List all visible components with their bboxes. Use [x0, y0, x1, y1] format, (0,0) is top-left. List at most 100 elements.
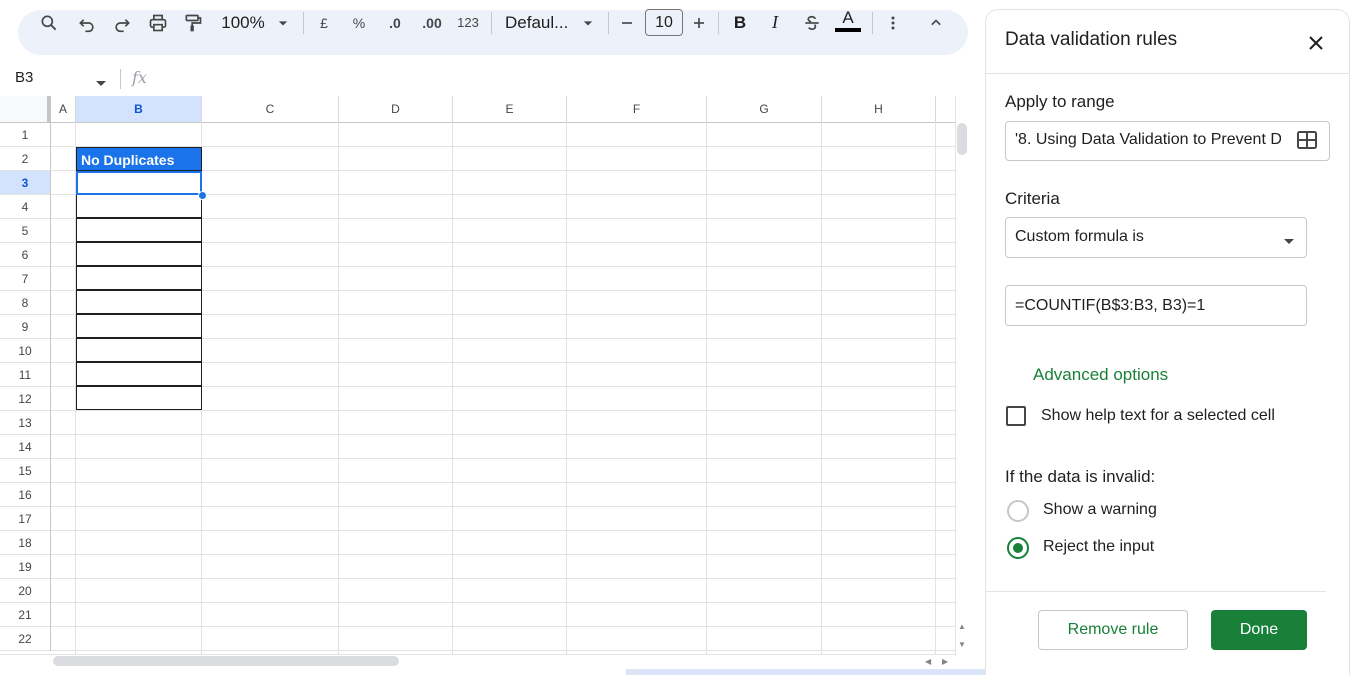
scroll-up-arrow-icon[interactable]: ▲ — [958, 622, 966, 631]
column-header-e[interactable]: E — [453, 96, 567, 122]
column-header-f[interactable]: F — [567, 96, 707, 122]
strikethrough-icon[interactable] — [799, 0, 825, 45]
chevron-up-icon[interactable] — [925, 0, 947, 45]
column-header-a[interactable]: A — [51, 96, 76, 122]
grid-select-icon[interactable] — [1297, 131, 1317, 154]
increase-decimal-button[interactable]: .00 — [416, 0, 448, 45]
toolbar-divider — [872, 12, 873, 34]
row-header-11[interactable]: 11 — [0, 363, 51, 387]
done-button[interactable]: Done — [1211, 610, 1307, 650]
font-select[interactable]: Defaul... — [505, 0, 573, 45]
close-icon[interactable] — [1305, 32, 1327, 54]
vertical-scroll-thumb[interactable] — [957, 123, 967, 155]
decrease-decimal-button[interactable]: .0 — [380, 0, 410, 45]
row-header-14[interactable]: 14 — [0, 435, 51, 459]
scroll-down-arrow-icon[interactable]: ▼ — [958, 640, 966, 649]
percent-button[interactable]: % — [347, 0, 371, 45]
chevron-down-icon[interactable] — [273, 0, 293, 45]
vertical-scrollbar[interactable] — [955, 96, 969, 656]
name-box[interactable]: B3 — [15, 69, 33, 86]
row-header-6[interactable]: 6 — [0, 243, 51, 267]
advanced-options-link[interactable]: Advanced options — [1033, 365, 1168, 385]
grid-row-line — [51, 410, 955, 411]
remove-rule-button[interactable]: Remove rule — [1038, 610, 1188, 650]
redo-icon[interactable] — [109, 0, 135, 45]
undo-icon[interactable] — [74, 0, 100, 45]
cell-b8[interactable] — [76, 290, 202, 314]
cell-b9[interactable] — [76, 314, 202, 338]
reject-input-radio[interactable] — [1007, 537, 1029, 559]
cell-b5[interactable] — [76, 218, 202, 242]
fx-icon: fx — [132, 68, 147, 87]
row-header-10[interactable]: 10 — [0, 339, 51, 363]
number-format-button[interactable]: 123 — [453, 0, 483, 45]
search-icon[interactable] — [36, 0, 62, 45]
cell-b11[interactable] — [76, 362, 202, 386]
cell-b2[interactable]: No Duplicates — [76, 147, 202, 171]
zoom-select[interactable]: 100% — [219, 0, 267, 45]
scroll-right-arrow-icon[interactable]: ▶ — [942, 657, 948, 666]
cell-b6[interactable] — [76, 242, 202, 266]
formula-bar-divider — [120, 69, 121, 89]
print-icon[interactable] — [145, 0, 171, 45]
grid-row-line — [51, 554, 955, 555]
panel-divider — [986, 73, 1349, 74]
grid-row-line — [51, 626, 955, 627]
column-header-h[interactable]: H — [822, 96, 936, 122]
row-header-21[interactable]: 21 — [0, 603, 51, 627]
custom-formula-input[interactable] — [1005, 285, 1307, 326]
row-header-15[interactable]: 15 — [0, 459, 51, 483]
cell-b4[interactable] — [76, 194, 202, 218]
select-all-corner[interactable] — [0, 96, 51, 122]
row-header-19[interactable]: 19 — [0, 555, 51, 579]
cell-b7[interactable] — [76, 266, 202, 290]
row-header-4[interactable]: 4 — [0, 195, 51, 219]
criteria-label: Criteria — [1005, 189, 1060, 208]
scroll-left-arrow-icon[interactable]: ◀ — [925, 657, 931, 666]
minus-icon[interactable] — [616, 0, 638, 45]
row-header-2[interactable]: 2 — [0, 147, 51, 171]
row-header-17[interactable]: 17 — [0, 507, 51, 531]
row-header-9[interactable]: 9 — [0, 315, 51, 339]
italic-button[interactable]: I — [763, 0, 787, 45]
row-header-12[interactable]: 12 — [0, 387, 51, 411]
chevron-down-icon[interactable] — [578, 0, 598, 45]
fill-handle[interactable] — [198, 191, 207, 200]
grid-column-line — [706, 122, 707, 656]
row-header-16[interactable]: 16 — [0, 483, 51, 507]
text-color-glyph: A — [842, 7, 854, 27]
row-header-20[interactable]: 20 — [0, 579, 51, 603]
row-header-8[interactable]: 8 — [0, 291, 51, 315]
grid-row-line — [51, 482, 955, 483]
row-header-3[interactable]: 3 — [0, 171, 51, 195]
chevron-down-icon[interactable] — [95, 75, 107, 93]
bold-button[interactable]: B — [728, 0, 752, 45]
text-color-swatch — [835, 27, 861, 32]
grid-row-line — [51, 602, 955, 603]
row-header-1[interactable]: 1 — [0, 123, 51, 147]
column-header-b[interactable]: B — [76, 96, 202, 122]
row-header-7[interactable]: 7 — [0, 267, 51, 291]
row-header-22[interactable]: 22 — [0, 627, 51, 651]
row-header-5[interactable]: 5 — [0, 219, 51, 243]
currency-button[interactable]: £ — [312, 0, 336, 45]
font-size-input[interactable]: 10 — [645, 9, 683, 36]
row-header-18[interactable]: 18 — [0, 531, 51, 555]
invalid-data-label: If the data is invalid: — [1005, 467, 1156, 486]
column-header-d[interactable]: D — [339, 96, 453, 122]
chevron-down-icon[interactable] — [1283, 233, 1295, 251]
column-header-c[interactable]: C — [202, 96, 339, 122]
show-warning-radio[interactable] — [1007, 500, 1029, 522]
help-text-checkbox[interactable] — [1006, 406, 1026, 426]
horizontal-scroll-thumb[interactable] — [53, 656, 399, 666]
text-color-button[interactable]: A — [833, 0, 863, 45]
more-vert-icon[interactable] — [882, 0, 904, 45]
panel-footer-divider — [986, 591, 1326, 592]
column-header-g[interactable]: G — [707, 96, 822, 122]
paint-format-icon[interactable] — [180, 0, 206, 45]
apply-to-range-label: Apply to range — [1005, 92, 1115, 111]
cell-b10[interactable] — [76, 338, 202, 362]
cell-b12[interactable] — [76, 386, 202, 410]
row-header-13[interactable]: 13 — [0, 411, 51, 435]
plus-icon[interactable] — [688, 0, 710, 45]
